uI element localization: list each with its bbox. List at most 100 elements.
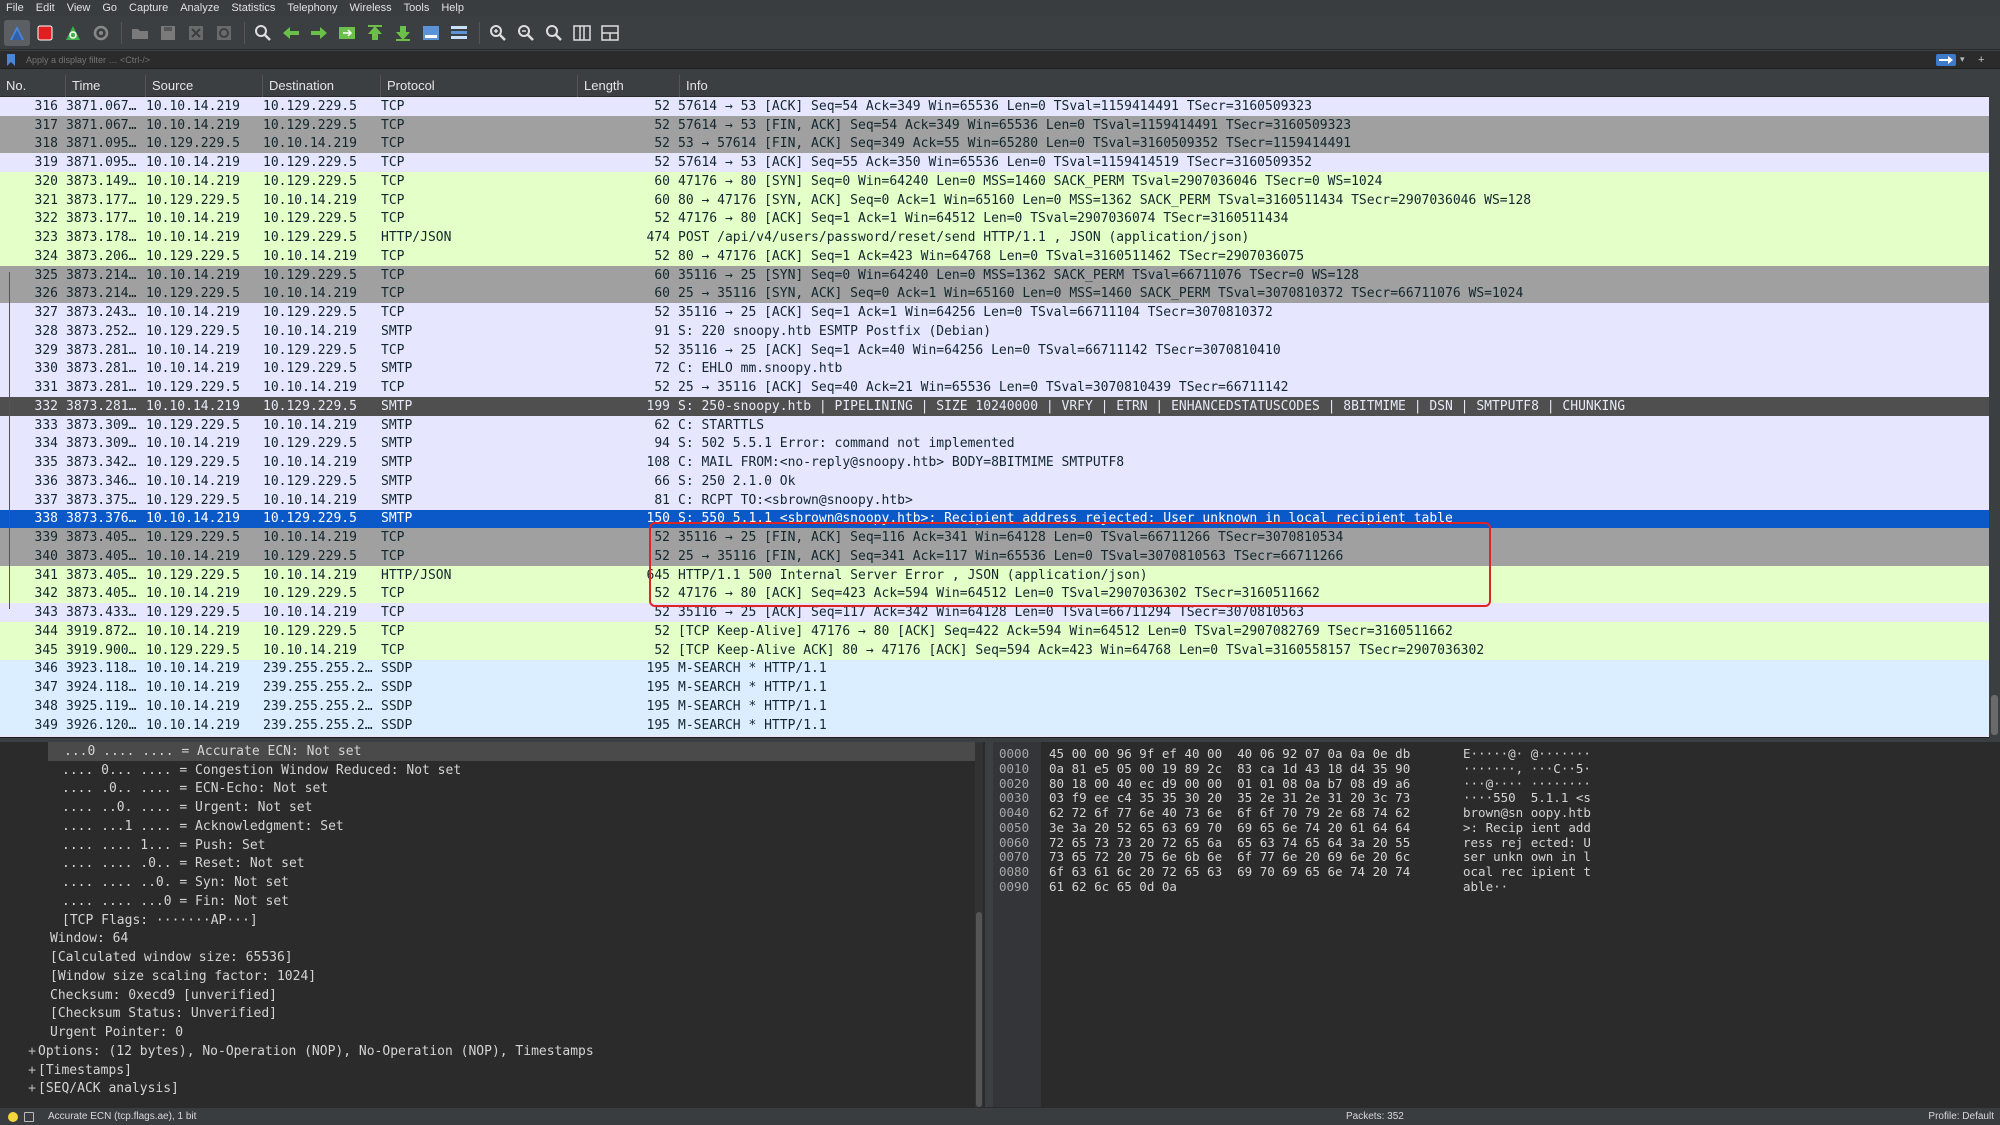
- find-icon[interactable]: [250, 20, 276, 46]
- packet-row[interactable]: 342 3873.405… 10.10.14.219 10.129.229.5 TCP 5…: [0, 584, 1989, 604]
- menu-wireless[interactable]: Wireless: [350, 2, 392, 14]
- forward-arrow-icon[interactable]: [306, 20, 332, 46]
- menu-analyze[interactable]: Analyze: [180, 2, 219, 14]
- packet-row[interactable]: 347 3924.118… 10.10.14.219 239.255.255.2… SS…: [0, 678, 1989, 697]
- packet-row[interactable]: 330 3873.281… 10.10.14.219 10.129.229.5 SMTP…: [0, 359, 1989, 379]
- menu-capture[interactable]: Capture: [129, 2, 168, 14]
- options-gear-icon[interactable]: [88, 20, 114, 46]
- goto-packet-icon[interactable]: [334, 20, 360, 46]
- expand-toggle-icon[interactable]: +: [26, 1044, 38, 1059]
- filter-history-dropdown-icon[interactable]: ▾: [1960, 54, 1972, 65]
- autoscroll-icon[interactable]: [418, 20, 444, 46]
- column-header-source[interactable]: Source: [146, 75, 263, 97]
- colorize-icon[interactable]: [446, 20, 472, 46]
- bytes-row[interactable]: 0090 61 62 6c 65 0d 0a able··: [993, 879, 1649, 894]
- capture-comment-icon[interactable]: [24, 1111, 34, 1122]
- reload-icon[interactable]: [211, 20, 237, 46]
- detail-row[interactable]: [Window size scaling factor: 1024]: [0, 967, 985, 986]
- detail-row[interactable]: + [SEQ/ACK analysis]: [0, 1080, 985, 1099]
- filter-bookmark-icon[interactable]: [4, 52, 18, 68]
- packet-row[interactable]: 320 3873.149… 10.10.14.219 10.129.229.5 TCP 6…: [0, 172, 1989, 191]
- status-profile[interactable]: Profile: Default: [1928, 1111, 1994, 1122]
- packet-row[interactable]: 335 3873.342… 10.129.229.5 10.10.14.219 SMTP…: [0, 453, 1989, 472]
- details-scrollbar[interactable]: [975, 742, 983, 1107]
- packet-row[interactable]: 345 3919.900… 10.129.229.5 10.10.14.219 TCP 5…: [0, 640, 1989, 660]
- packet-row[interactable]: 340 3873.405… 10.10.14.219 10.129.229.5 TCP 5…: [0, 547, 1989, 566]
- scrollbar-thumb[interactable]: [1991, 695, 1998, 735]
- packet-row[interactable]: 349 3926.120… 10.10.14.219 239.255.255.2… SS…: [0, 715, 1989, 735]
- detail-row[interactable]: .... .0.. .... = ECN-Echo: Not set: [0, 780, 985, 799]
- detail-row[interactable]: .... .... 1... = Push: Set: [0, 836, 985, 855]
- menu-file[interactable]: File: [6, 2, 24, 14]
- menu-edit[interactable]: Edit: [36, 2, 55, 14]
- last-packet-icon[interactable]: [390, 20, 416, 46]
- resize-columns-icon[interactable]: [569, 20, 595, 46]
- normal-size-icon[interactable]: [541, 20, 567, 46]
- detail-row[interactable]: Window: 64: [0, 930, 985, 949]
- bytes-row[interactable]: 0020 80 18 00 40 ec d9 00 00 01 01 08 0a …: [993, 776, 1649, 791]
- packet-row[interactable]: 337 3873.375… 10.129.229.5 10.10.14.219 SMTP…: [0, 490, 1989, 510]
- zoom-in-icon[interactable]: [485, 20, 511, 46]
- shark-fin-start-icon[interactable]: [4, 19, 30, 46]
- apply-filter-arrow-icon[interactable]: [1936, 53, 1956, 66]
- packet-row[interactable]: 319 3871.095… 10.10.14.219 10.129.229.5 TCP 5…: [0, 153, 1989, 172]
- zoom-out-icon[interactable]: [513, 20, 539, 46]
- menu-statistics[interactable]: Statistics: [231, 2, 275, 14]
- bytes-row[interactable]: 0070 73 65 72 20 75 6e 6b 6e 6f 77 6e 20 …: [993, 849, 1649, 864]
- expert-info-icon[interactable]: [8, 1111, 18, 1122]
- bytes-row[interactable]: 0000 45 00 00 96 9f ef 40 00 40 06 92 07 …: [993, 746, 1649, 761]
- packet-row[interactable]: 316 3871.067… 10.10.14.219 10.129.229.5 TCP 5…: [0, 97, 1989, 116]
- packet-row[interactable]: 331 3873.281… 10.129.229.5 10.10.14.219 TCP 5…: [0, 378, 1989, 397]
- packet-list-scrollbar[interactable]: [1989, 75, 2000, 738]
- menu-go[interactable]: Go: [102, 2, 117, 14]
- packet-row[interactable]: 326 3873.214… 10.129.229.5 10.10.14.219 TCP 6…: [0, 284, 1989, 304]
- pane-splitter[interactable]: [985, 742, 993, 1107]
- bytes-row[interactable]: 0030 03 f9 ee c4 35 35 30 20 35 2e 31 2e …: [993, 790, 1649, 805]
- detail-row[interactable]: .... ...1 .... = Acknowledgment: Set: [0, 817, 985, 836]
- column-header-time[interactable]: Time: [66, 75, 146, 97]
- packet-row[interactable]: 321 3873.177… 10.129.229.5 10.10.14.219 TCP 6…: [0, 190, 1989, 210]
- packet-row[interactable]: 344 3919.872… 10.10.14.219 10.129.229.5 TCP 5…: [0, 622, 1989, 641]
- bytes-row[interactable]: 0060 72 65 73 73 20 72 65 6a 65 63 74 65 …: [993, 835, 1649, 850]
- menu-telephony[interactable]: Telephony: [287, 2, 337, 14]
- detail-row[interactable]: + Options: (12 bytes), No-Operation (NOP)…: [0, 1042, 985, 1061]
- restart-icon[interactable]: [60, 20, 86, 46]
- scrollbar-thumb[interactable]: [976, 912, 982, 1107]
- packet-row[interactable]: 325 3873.214… 10.10.14.219 10.129.229.5 TCP 6…: [0, 265, 1989, 285]
- packet-row[interactable]: 318 3871.095… 10.129.229.5 10.10.14.219 TCP 5…: [0, 134, 1989, 154]
- stop-icon[interactable]: [32, 20, 58, 46]
- layout-icon[interactable]: [597, 20, 623, 46]
- expand-toggle-icon[interactable]: +: [26, 1063, 38, 1078]
- bytes-row[interactable]: 0080 6f 63 61 6c 20 72 65 63 69 70 69 65 …: [993, 864, 1649, 879]
- display-filter-input[interactable]: [18, 51, 1936, 68]
- packet-row[interactable]: 348 3925.119… 10.10.14.219 239.255.255.2… SS…: [0, 697, 1989, 716]
- packet-row[interactable]: 338 3873.376… 10.10.14.219 10.129.229.5 SMTP…: [0, 509, 1989, 529]
- menu-tools[interactable]: Tools: [404, 2, 430, 14]
- detail-row[interactable]: ...0 .... .... = Accurate ECN: Not set: [48, 742, 975, 761]
- open-folder-icon[interactable]: [127, 20, 153, 46]
- packet-row[interactable]: 322 3873.177… 10.10.14.219 10.129.229.5 TCP 5…: [0, 209, 1989, 229]
- packet-row[interactable]: 343 3873.433… 10.129.229.5 10.10.14.219 TCP 5…: [0, 603, 1989, 622]
- bytes-row[interactable]: 0050 3e 3a 20 52 65 63 69 70 69 65 6e 74 …: [993, 820, 1649, 835]
- detail-row[interactable]: .... ..0. .... = Urgent: Not set: [0, 798, 985, 817]
- packet-row[interactable]: 324 3873.206… 10.129.229.5 10.10.14.219 TCP 5…: [0, 247, 1989, 266]
- detail-row[interactable]: .... .... ..0. = Syn: Not set: [0, 873, 985, 892]
- menu-help[interactable]: Help: [441, 2, 464, 14]
- bytes-row[interactable]: 0010 0a 81 e5 05 00 19 89 2c 83 ca 1d 43 …: [993, 761, 1649, 776]
- detail-row[interactable]: Checksum: 0xecd9 [unverified]: [0, 986, 985, 1005]
- detail-row[interactable]: .... .... .0.. = Reset: Not set: [0, 855, 985, 874]
- column-header-no[interactable]: No.: [0, 75, 66, 97]
- detail-row[interactable]: [TCP Flags: ·······AP···]: [0, 911, 985, 930]
- packet-row[interactable]: 317 3871.067… 10.10.14.219 10.129.229.5 TCP 5…: [0, 115, 1989, 135]
- column-header-length[interactable]: Length: [578, 75, 680, 97]
- column-header-info[interactable]: Info: [680, 75, 1989, 97]
- save-icon[interactable]: [155, 20, 181, 46]
- packet-row[interactable]: 333 3873.309… 10.129.229.5 10.10.14.219 SMTP…: [0, 415, 1989, 435]
- close-file-icon[interactable]: [183, 20, 209, 46]
- packet-row[interactable]: 328 3873.252… 10.129.229.5 10.10.14.219 SMTP…: [0, 322, 1989, 341]
- packet-row[interactable]: 341 3873.405… 10.129.229.5 10.10.14.219 HTTP…: [0, 565, 1989, 585]
- detail-row[interactable]: [Calculated window size: 65536]: [0, 948, 985, 967]
- detail-row[interactable]: [Checksum Status: Unverified]: [0, 1005, 985, 1024]
- packet-row[interactable]: 329 3873.281… 10.10.14.219 10.129.229.5 TCP 5…: [0, 340, 1989, 360]
- bytes-row[interactable]: 0040 62 72 6f 77 6e 40 73 6e 6f 6f 70 79 …: [993, 805, 1649, 820]
